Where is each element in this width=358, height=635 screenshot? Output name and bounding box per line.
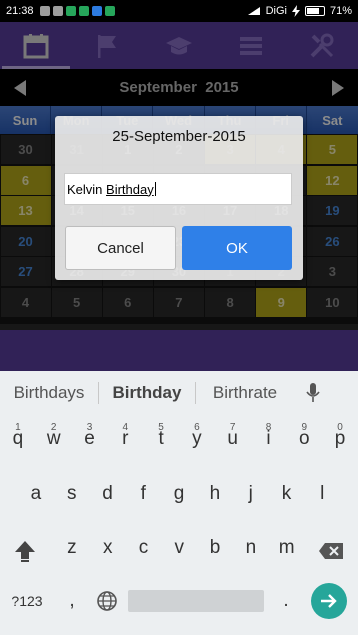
signal-icon [247,7,260,15]
language-key[interactable] [94,589,120,613]
key-k[interactable]: k [269,477,305,511]
input-text-composing: Birthday [106,181,154,197]
status-bar: 21:38 DiGi 71% [0,0,358,22]
key-label: l [320,483,325,504]
key-x[interactable]: x [90,531,126,565]
shift-key[interactable] [8,534,42,568]
key-a[interactable]: a [18,477,54,511]
dialog-date: 25-September-2015 [112,128,246,145]
key-label: x [102,537,113,558]
key-u[interactable]: u7 [215,422,251,456]
key-hint: 0 [337,422,343,433]
key-label: g [173,483,185,504]
notification-icon [104,6,115,16]
key-g[interactable]: g [161,477,197,511]
notification-icons [39,6,115,16]
battery-level [306,8,320,14]
enter-key[interactable] [311,583,347,619]
period-key[interactable]: . [274,587,298,615]
key-q[interactable]: q1 [0,422,36,456]
key-label: k [281,483,292,504]
backspace-key[interactable] [314,534,348,568]
status-right: DiGi 71% [247,5,352,17]
key-y[interactable]: y6 [179,422,215,456]
key-s[interactable]: s [54,477,90,511]
notification-icon [91,6,102,16]
notification-icon [78,6,89,16]
battery-icon [304,6,325,16]
key-m[interactable]: m [269,531,305,565]
notification-icon [39,6,50,16]
key-label: a [30,483,42,504]
key-label: v [174,537,185,558]
battery-percent: 71% [329,5,352,17]
key-label: h [209,483,221,504]
key-hint: 2 [50,422,57,433]
screen: 21:38 DiGi 71% September 2015 Sun Sat 30… [0,0,358,635]
key-l[interactable]: l [304,477,340,511]
key-label: d [102,483,113,504]
key-n[interactable]: n [233,531,269,565]
suggestion-right[interactable]: Birthrate [196,383,294,403]
space-bar[interactable] [128,590,264,612]
carrier-label: DiGi [265,5,287,17]
key-i[interactable]: i8 [251,422,287,456]
suggestion-strip: Birthdays Birthday Birthrate [0,371,358,414]
symbols-key[interactable]: ?123 [6,589,48,613]
shift-icon [15,541,35,562]
key-label: n [245,537,257,558]
key-v[interactable]: v [161,531,197,565]
backspace-icon [319,543,343,559]
key-e[interactable]: e3 [72,422,108,456]
key-r[interactable]: r4 [107,422,143,456]
text-caret [154,182,156,196]
arrow-right-icon [321,594,337,608]
key-label: s [66,483,77,504]
notification-icon [65,6,76,16]
clock: 21:38 [6,5,34,17]
key-hint: 8 [265,422,272,433]
key-hint: 1 [15,422,21,433]
key-hint: 3 [86,422,93,433]
key-label: b [209,537,221,558]
notification-icon [52,6,63,16]
suggestion-center[interactable]: Birthday [99,383,195,403]
key-w[interactable]: w2 [36,422,72,456]
key-hint: 7 [229,422,236,433]
key-o[interactable]: o9 [286,422,322,456]
key-d[interactable]: d [90,477,126,511]
event-name-input[interactable]: Kelvin Birthday [64,173,292,205]
key-z[interactable]: z [54,531,90,565]
soft-keyboard: Birthdays Birthday Birthrate ?123 , . q … [0,371,358,635]
key-c[interactable]: c [126,531,162,565]
suggestion-left[interactable]: Birthdays [0,383,98,403]
key-b[interactable]: b [197,531,233,565]
globe-icon [97,591,117,611]
key-j[interactable]: j [233,477,269,511]
comma-key[interactable]: , [60,587,84,615]
key-label: f [140,483,146,504]
key-p[interactable]: p0 [322,422,358,456]
key-h[interactable]: h [197,477,233,511]
event-dialog: 25-September-2015 Kelvin Birthday Cancel… [55,116,303,280]
key-label: z [67,537,77,558]
ok-button[interactable]: OK [182,226,292,270]
key-hint: 6 [194,422,200,433]
charging-icon [291,5,300,17]
key-label: m [278,537,295,558]
key-hint: 5 [158,422,164,433]
microphone-icon[interactable] [306,382,320,404]
cancel-button[interactable]: Cancel [65,226,176,270]
key-t[interactable]: t5 [143,422,179,456]
key-label: j [248,483,253,504]
key-label: c [138,537,149,558]
key-hint: 4 [122,422,129,433]
key-hint: 9 [301,422,308,433]
key-f[interactable]: f [125,477,161,511]
input-text-prefix: Kelvin [67,181,107,197]
